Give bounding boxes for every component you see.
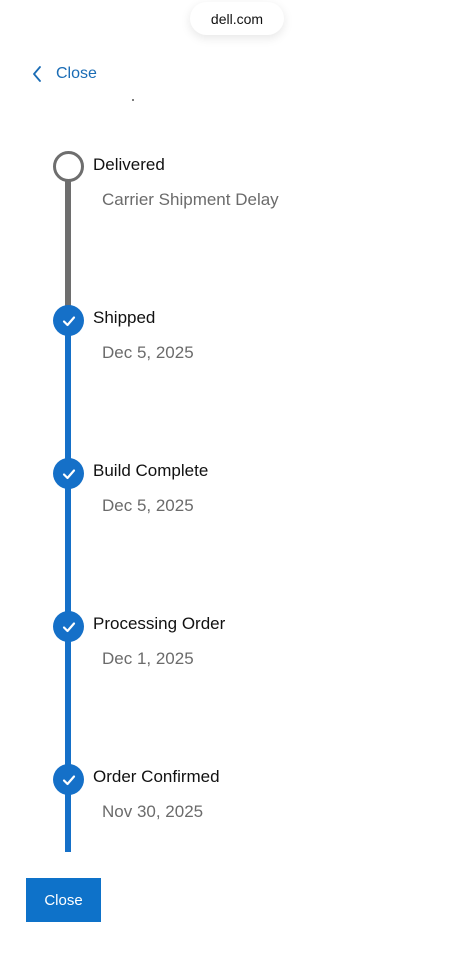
step-check-icon <box>53 764 84 795</box>
step-date-build-complete: Dec 5, 2025 <box>102 496 194 515</box>
order-tracking-page: dell.com Close Delivered Carrier Shipmen… <box>0 0 474 962</box>
step-title-build-complete: Build Complete <box>93 461 209 480</box>
step-title-shipped: Shipped <box>93 308 156 327</box>
browser-url-bar[interactable]: dell.com <box>190 2 284 35</box>
step-date-shipped: Dec 5, 2025 <box>102 343 194 362</box>
timeline-pending-track <box>65 176 71 308</box>
step-status-delivered: Carrier Shipment Delay <box>102 190 279 209</box>
step-check-icon <box>53 611 84 642</box>
chevron-left-icon <box>32 66 42 82</box>
step-check-icon <box>53 305 84 336</box>
step-title-processing-order: Processing Order <box>93 614 226 633</box>
step-title-delivered: Delivered <box>93 155 165 174</box>
step-date-processing-order: Dec 1, 2025 <box>102 649 194 668</box>
close-link-label: Close <box>56 65 97 82</box>
step-title-order-confirmed: Order Confirmed <box>93 767 220 786</box>
step-check-icon <box>53 458 84 489</box>
close-link[interactable]: Close <box>32 62 97 86</box>
decorative-dot <box>132 99 134 101</box>
url-text: dell.com <box>210 10 264 27</box>
step-date-order-confirmed: Nov 30, 2025 <box>102 802 204 821</box>
step-pending-circle-icon <box>53 151 84 182</box>
close-button[interactable]: Close <box>26 878 101 922</box>
